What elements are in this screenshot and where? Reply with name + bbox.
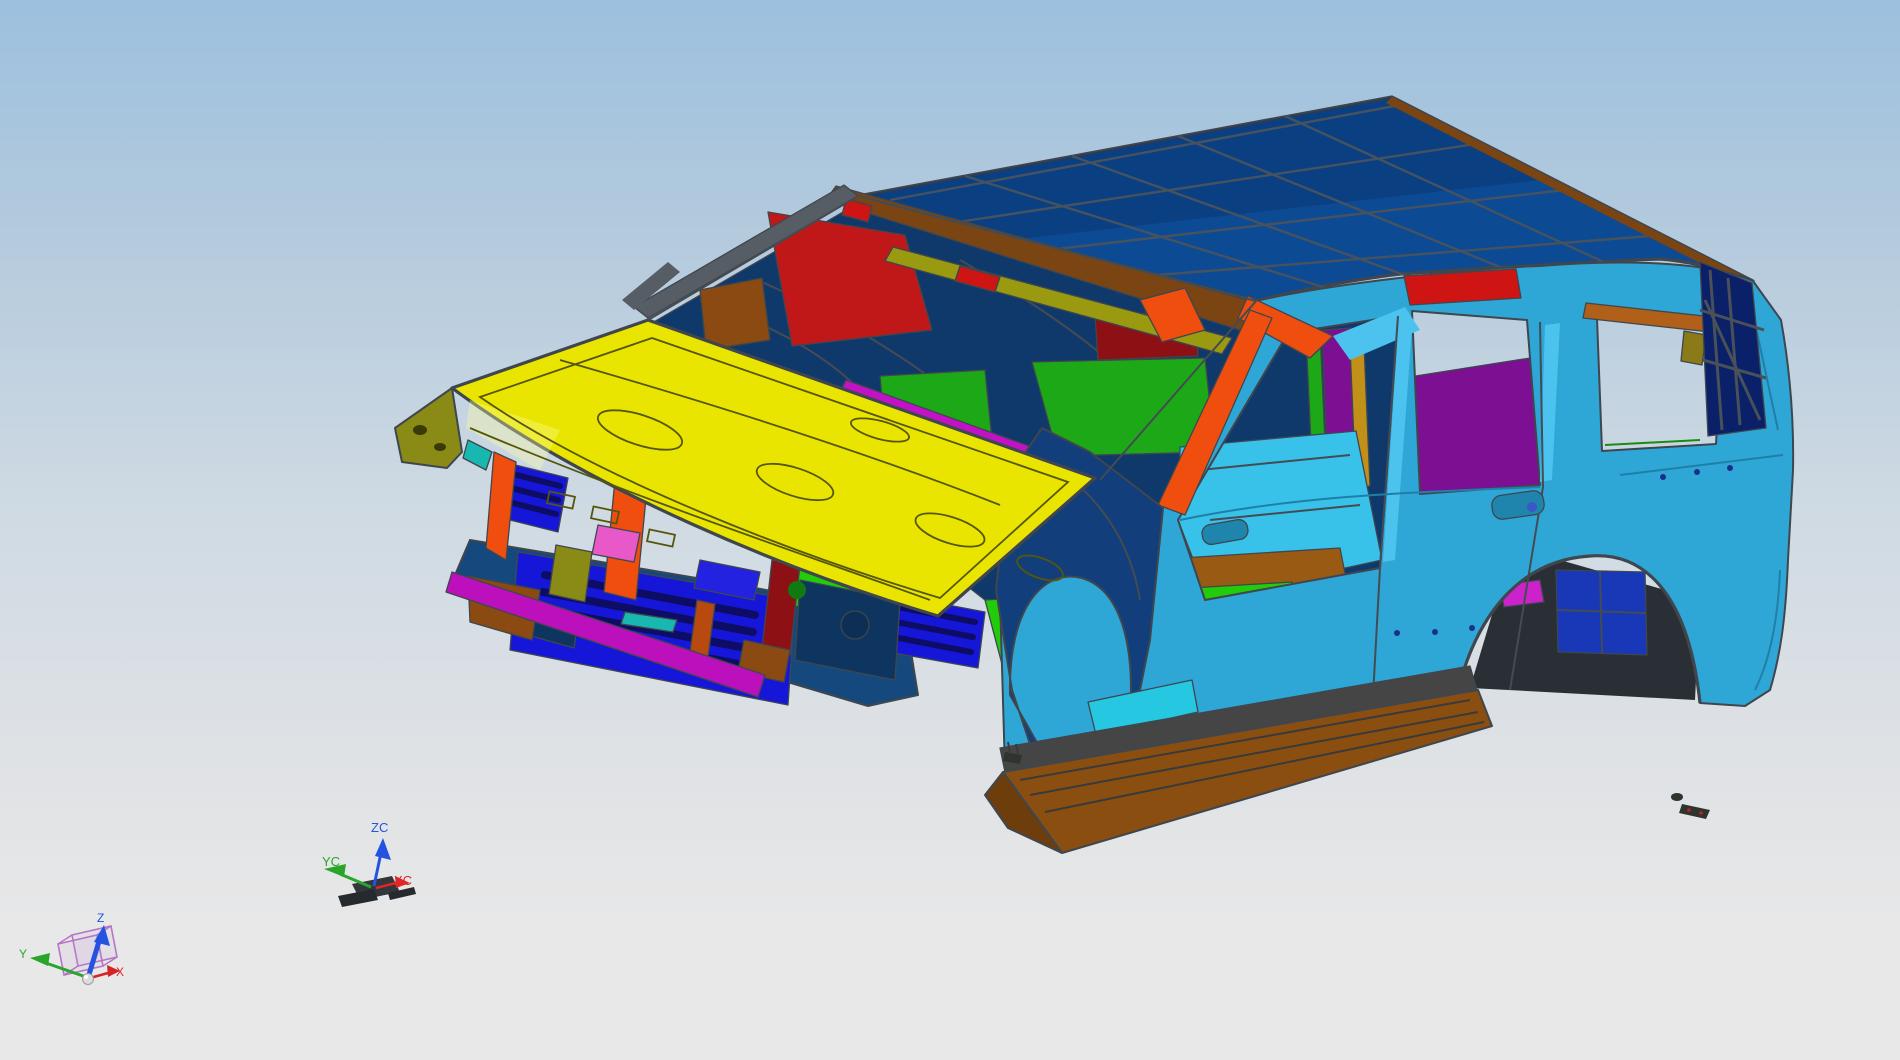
wcs-x-label: XC [394,873,412,888]
wcs-y-label: YC [322,854,340,869]
floating-parts[interactable] [1671,793,1710,819]
wcs-z-label: ZC [371,820,388,835]
headlamp-panel[interactable] [394,387,463,469]
rear-arch-blue-box[interactable] [1555,569,1648,656]
model-canvas[interactable]: ZC YC XC Z Y X [0,0,1900,1060]
view-triad-x-label: X [116,965,124,979]
car-body-model[interactable] [394,95,1795,854]
quarter-window-lines [1604,439,1701,446]
front-green-plug [788,581,806,599]
engine-bay-olive[interactable] [548,544,593,603]
rail-red-band[interactable] [1403,268,1522,306]
quarter-window-bracket[interactable] [1680,330,1707,366]
view-triad-origin-ball[interactable] [82,973,94,985]
wcs-triad[interactable]: ZC YC XC [322,820,416,907]
view-triad-z-label: Z [97,911,104,925]
view-triad-y-label: Y [19,947,27,961]
view-triad[interactable]: Z Y X [19,911,124,985]
left-apillar-brown[interactable] [699,277,771,351]
cad-viewport[interactable]: ZC YC XC Z Y X [0,0,1900,1060]
